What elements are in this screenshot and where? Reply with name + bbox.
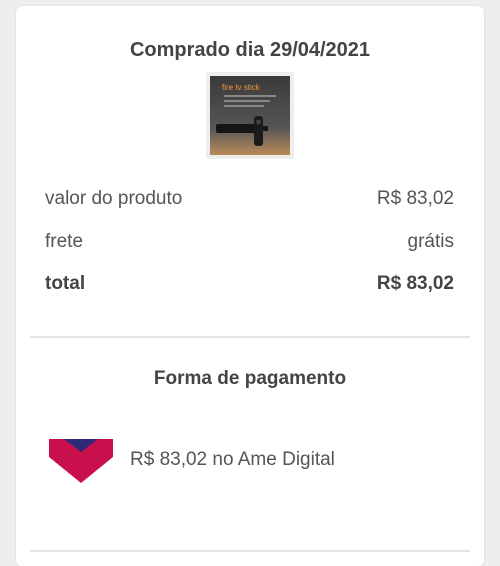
fire-tv-stick-product-image: fire tv stick (210, 76, 290, 155)
payment-method-title: Forma de pagamento (153, 368, 347, 389)
section-divider (30, 336, 470, 338)
product-value-row: valor do produto R$ 83,02 (45, 188, 454, 210)
product-value-label: valor do produto (45, 188, 183, 209)
total-amount: R$ 83,02 (376, 273, 454, 294)
shipping-value: grátis (407, 231, 454, 252)
product-thumbnail[interactable]: fire tv stick (206, 72, 294, 159)
product-value-amount: R$ 83,02 (376, 188, 454, 209)
shipping-row: frete grátis (45, 231, 454, 253)
total-row: total R$ 83,02 (45, 273, 454, 295)
section-divider-bottom (30, 550, 470, 552)
ame-digital-logo-icon (46, 433, 116, 490)
product-logo-text: fire tv stick (222, 83, 261, 92)
order-summary-card: Comprado dia 29/04/2021 fire tv stick va… (16, 6, 484, 566)
shipping-label: frete (45, 231, 84, 252)
purchase-date-title: Comprado dia 29/04/2021 (129, 39, 371, 61)
total-label: total (45, 273, 86, 294)
payment-method-text: R$ 83,02 no Ame Digital (130, 449, 335, 470)
